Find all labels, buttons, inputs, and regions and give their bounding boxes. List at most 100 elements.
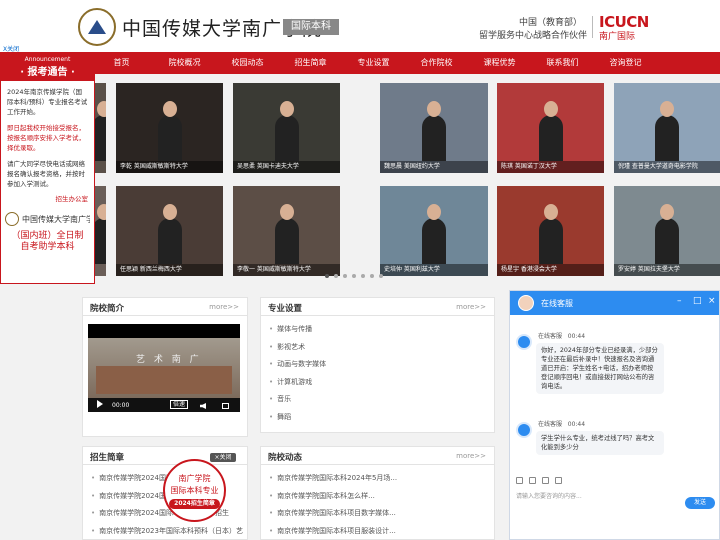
news-panel: 院校动态 more>> 南京传媒学院国际本科2024年5月场... 南京传媒学院… — [260, 446, 495, 540]
major-item[interactable]: 媒体与传播 — [269, 321, 494, 339]
intro-panel-header: 院校简介 more>> — [83, 298, 247, 316]
majors-title: 专业设置 — [268, 304, 303, 314]
nav-item-home[interactable]: 首页 — [90, 52, 153, 74]
agent-avatar-icon — [516, 422, 532, 438]
chat-bubble: 学生学什么专业，统考过线了吗？高考文化能到多少分 — [536, 431, 664, 455]
nav-item-consult[interactable]: 咨询登记 — [594, 52, 657, 74]
program-link[interactable]: （国内班）全日制 自考助学本科 — [1, 231, 94, 253]
major-item[interactable]: 动画与数字媒体 — [269, 356, 494, 374]
nav-item-overview[interactable]: 院校概况 — [153, 52, 216, 74]
main-nav: 首页 院校概况 校园动态 招生简章 专业设置 合作院校 课程优势 联系我们 咨询… — [0, 52, 720, 74]
gallery-photo[interactable]: 杨星宇 香港浸会大学 — [497, 186, 604, 276]
chat-messages: 在线客服 00:44 你好，2024年部分专业已经录满，少部分专业还在最后补录中… — [510, 315, 720, 460]
announcement-title-en: Announcement — [24, 56, 71, 63]
nav-item-partners[interactable]: 合作院校 — [405, 52, 468, 74]
gallery-photo[interactable]: 陈琪 英国诺丁汉大学 — [497, 83, 604, 173]
minimize-icon[interactable]: – — [677, 296, 682, 306]
nav-item-courses[interactable]: 课程优势 — [468, 52, 531, 74]
majors-more-link[interactable]: more>> — [456, 303, 486, 311]
student-figure — [274, 101, 299, 161]
student-figure — [422, 101, 446, 161]
close-icon[interactable]: × — [708, 296, 716, 306]
majors-panel-header: 专业设置 more>> — [261, 298, 494, 316]
gallery-photo[interactable]: 魏思晨 美国纽约大学 — [380, 83, 488, 173]
gallery-photo[interactable]: 李敬一 英国威斯敏斯特大学 — [233, 186, 340, 276]
news-panel-header: 院校动态 more>> — [261, 447, 494, 465]
school-emblem-icon[interactable] — [78, 8, 116, 46]
carousel-dot[interactable] — [325, 274, 329, 278]
intl-badge: 国际本科 — [283, 19, 339, 35]
chat-input[interactable]: 请输入您要咨询的内容... — [516, 491, 582, 500]
carousel-dot[interactable] — [334, 274, 338, 278]
fullscreen-icon[interactable] — [222, 403, 229, 409]
gallery-photo[interactable]: 史培仲 英国利兹大学 — [380, 186, 488, 276]
partner-line-2: 留学服务中心战略合作伙伴 — [478, 31, 587, 41]
gallery-photo[interactable]: 任思颖 新西兰梅西大学 — [116, 186, 223, 276]
news-item[interactable]: 南京传媒学院国际本科项目服装设计... — [261, 523, 494, 540]
seal-close-button[interactable]: ×关闭 — [210, 453, 236, 462]
emoji-icon[interactable] — [516, 477, 523, 484]
screenshot-icon[interactable] — [555, 477, 562, 484]
nav-item-majors[interactable]: 专业设置 — [342, 52, 405, 74]
major-item[interactable]: 计算机游戏 — [269, 374, 494, 392]
chat-widget: 在线客服 – □ × 在线客服 00:44 你好，2024年部分专业已经录满，少… — [509, 290, 720, 540]
student-figure — [538, 101, 563, 161]
nav-item-admission[interactable]: 招生简章 — [279, 52, 342, 74]
news-list: 南京传媒学院国际本科2024年5月场... 南京传媒学院国际本科怎么样... 南… — [261, 465, 494, 540]
gallery-photo[interactable]: 李乾 英国威斯敏斯特大学 — [116, 83, 223, 173]
video-controls — [88, 398, 240, 412]
send-button[interactable]: 发送 — [685, 497, 715, 509]
video-speed-button[interactable]: 倍速 — [170, 400, 189, 409]
student-figure — [157, 204, 182, 264]
nav-item-contact[interactable]: 联系我们 — [531, 52, 594, 74]
program-line-2: 自考助学本科 — [20, 242, 75, 252]
student-figure — [538, 204, 563, 264]
admission-item[interactable]: 南京传媒学院2024国际本科（日本）招生 — [83, 505, 247, 523]
announcement-p3: 请广大同学尽快电话或网络报名确认报考资格，并按时参加入学测试。 — [7, 160, 85, 188]
announcement-p2: 即日起我校开始接受报名，按报名顺序安排入学考试，择优录取。 — [7, 124, 85, 152]
msg-sender: 在线客服 — [538, 421, 563, 428]
maximize-icon[interactable]: □ — [693, 296, 702, 306]
carousel-dot[interactable] — [379, 274, 383, 278]
gallery-caption: 吴思柔 英国卡迪夫大学 — [233, 161, 340, 173]
student-figure — [655, 101, 679, 161]
gallery-caption: 魏思晨 美国纽约大学 — [380, 161, 488, 173]
carousel-dot[interactable] — [361, 274, 365, 278]
admission-item[interactable]: 南京传媒学院2023年国际本科预科（日本）艺 — [83, 523, 247, 540]
image-icon[interactable] — [529, 477, 536, 484]
file-icon[interactable] — [542, 477, 549, 484]
gallery-photo[interactable]: 罗安婷 英国拉夫堡大学 — [614, 186, 720, 276]
seal-line-2: 国际本科专业 — [170, 486, 219, 495]
intro-video[interactable]: 艺 术 南 广 00:00 倍速 — [88, 324, 240, 412]
announcement-p1: 2024年南京传媒学院（国际本科/预科）专业报名考试工作开始。 — [7, 88, 88, 116]
news-item[interactable]: 南京传媒学院国际本科怎么样... — [261, 488, 494, 506]
announcement-title-zh: · 报考通告 · — [20, 67, 75, 78]
major-item[interactable]: 音乐 — [269, 391, 494, 409]
play-icon[interactable] — [97, 400, 103, 408]
intro-more-link[interactable]: more>> — [209, 303, 239, 311]
intro-panel: 院校简介 more>> 艺 术 南 广 00:00 倍速 — [82, 297, 248, 437]
student-figure — [274, 204, 299, 264]
gallery-photo[interactable]: 吴思柔 英国卡迪夫大学 — [233, 83, 340, 173]
video-building — [96, 366, 232, 394]
msg-time: 00:44 — [567, 421, 586, 428]
major-item[interactable]: 舞蹈 — [269, 409, 494, 427]
intro-title: 院校简介 — [90, 304, 125, 314]
carousel-dot[interactable] — [352, 274, 356, 278]
msg-sender: 在线客服 — [538, 333, 563, 340]
news-more-link[interactable]: more>> — [456, 452, 486, 460]
major-item[interactable]: 影视艺术 — [269, 339, 494, 357]
nav-item-news[interactable]: 校园动态 — [216, 52, 279, 74]
carousel-dot[interactable] — [343, 274, 347, 278]
gallery-caption: 任思颖 新西兰梅西大学 — [116, 264, 223, 276]
gallery-caption: 李乾 英国威斯敏斯特大学 — [116, 161, 223, 173]
carousel-dot[interactable] — [370, 274, 374, 278]
msg-time: 00:44 — [567, 333, 586, 340]
agent-avatar — [518, 295, 534, 311]
chat-title: 在线客服 — [541, 299, 573, 308]
news-item[interactable]: 南京传媒学院国际本科项目数字媒体... — [261, 505, 494, 523]
gallery-photo[interactable]: 倪瑾 查普曼大学道奇电影学院 — [614, 83, 720, 173]
admission-seal-badge[interactable]: 南广学院 国际本科专业 2024招生简章 — [163, 459, 226, 522]
gallery-caption: 陈琪 英国诺丁汉大学 — [497, 161, 604, 173]
news-item[interactable]: 南京传媒学院国际本科2024年5月场... — [261, 470, 494, 488]
